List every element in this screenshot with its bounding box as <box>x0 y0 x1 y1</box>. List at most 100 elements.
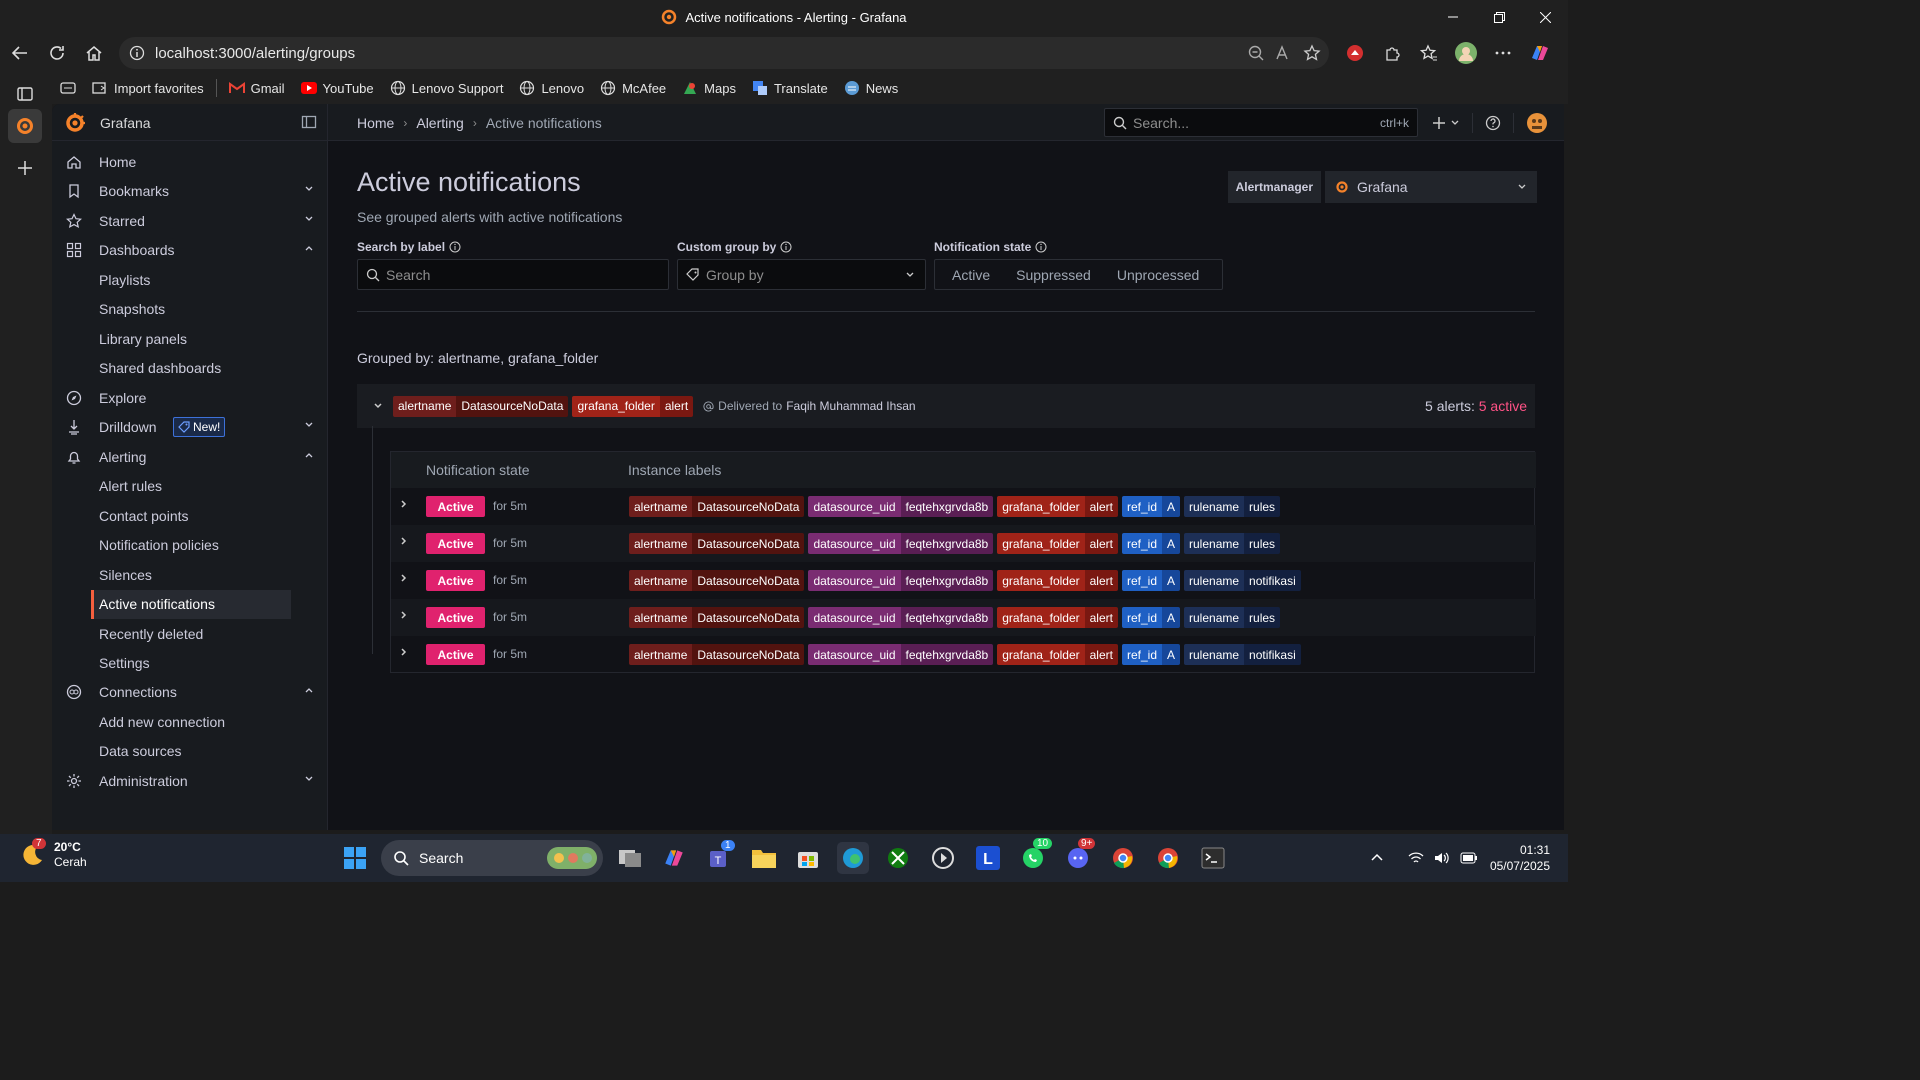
bookmark-news[interactable]: News <box>836 75 907 101</box>
sidebar-item-bookmarks[interactable]: Bookmarks <box>52 177 328 206</box>
chevron-down-icon[interactable] <box>304 214 314 224</box>
address-bar[interactable]: localhost:3000/alerting/groups <box>119 37 1329 69</box>
volume-icon[interactable] <box>1434 851 1450 865</box>
windows-start-icon[interactable] <box>339 842 371 874</box>
bookmark-import-favorites[interactable]: Import favorites <box>84 75 212 101</box>
breadcrumb-alerting[interactable]: Alerting <box>416 115 463 131</box>
bookmark-lenovo[interactable]: Lenovo <box>511 75 592 101</box>
task-view-icon[interactable] <box>614 842 646 874</box>
chevron-right-icon[interactable] <box>399 647 409 657</box>
taskbar-search[interactable]: Search <box>381 840 603 876</box>
info-icon[interactable] <box>449 241 461 253</box>
chrome-icon[interactable] <box>1107 842 1139 874</box>
weather-widget[interactable]: 7 20°C Cerah <box>20 838 87 870</box>
sidebar-item-contact-points[interactable]: Contact points <box>52 502 328 531</box>
sidebar-item-dashboards[interactable]: Dashboards <box>52 236 328 265</box>
bookmark-maps[interactable]: Maps <box>674 75 744 101</box>
lenovo-app-icon[interactable]: L <box>972 842 1004 874</box>
chevron-right-icon[interactable] <box>399 536 409 546</box>
restore-icon[interactable] <box>1476 0 1522 34</box>
breadcrumb-home[interactable]: Home <box>357 115 394 131</box>
state-option-active[interactable]: Active <box>939 267 1003 283</box>
discord-icon[interactable]: 9+ <box>1062 838 1096 874</box>
sidebar-item-starred[interactable]: Starred <box>52 207 328 236</box>
bookmark-gmail[interactable]: Gmail <box>221 75 293 101</box>
bookmark-mcafee[interactable]: McAfee <box>592 75 674 101</box>
minimize-icon[interactable] <box>1430 0 1476 34</box>
close-icon[interactable] <box>1522 0 1568 34</box>
table-row[interactable]: Active for 5m alertname DatasourceNoData dat… <box>391 599 1536 636</box>
chevron-down-icon[interactable] <box>304 774 314 784</box>
reading-mode-icon[interactable] <box>52 75 84 101</box>
grafana-logo-icon[interactable] <box>64 112 86 134</box>
refresh-icon[interactable] <box>39 35 75 71</box>
chrome-profile-icon[interactable] <box>1152 842 1184 874</box>
sidebar-item-notification-policies[interactable]: Notification policies <box>52 531 328 560</box>
sidebar-item-playlists[interactable]: Playlists <box>52 266 328 295</box>
copilot-app-icon[interactable] <box>658 842 690 874</box>
sidebar-item-alert-rules[interactable]: Alert rules <box>52 472 328 501</box>
bookmark-translate[interactable]: Translate <box>744 75 836 101</box>
home-icon[interactable] <box>76 35 112 71</box>
add-new-icon[interactable] <box>1432 116 1460 130</box>
alertmanager-select[interactable]: Grafana <box>1325 171 1537 203</box>
sidebar-item-add-new-connection[interactable]: Add new connection <box>52 708 328 737</box>
back-icon[interactable] <box>2 35 38 71</box>
sidebar-item-silences[interactable]: Silences <box>52 561 328 590</box>
favorite-star-icon[interactable] <box>1303 44 1321 62</box>
battery-icon[interactable] <box>1460 852 1478 864</box>
dock-menu-icon[interactable] <box>301 114 317 130</box>
table-row[interactable]: Active for 5m alertname DatasourceNoData dat… <box>391 562 1536 599</box>
teams-icon[interactable]: T1 <box>703 840 735 874</box>
chevron-up-icon[interactable] <box>304 685 314 695</box>
sidebar-item-active-notifications[interactable]: Active notifications <box>91 590 291 619</box>
chevron-down-icon[interactable] <box>304 184 314 194</box>
xbox-icon[interactable] <box>882 842 914 874</box>
sidebar-item-shared-dashboards[interactable]: Shared dashboards <box>52 354 328 383</box>
sidebar-item-settings[interactable]: Settings <box>52 649 328 678</box>
chevron-right-icon[interactable] <box>399 610 409 620</box>
more-icon[interactable] <box>1488 38 1518 68</box>
global-search-input[interactable]: Search... ctrl+k <box>1104 108 1418 137</box>
bookmark-lenovo-support[interactable]: Lenovo Support <box>382 75 512 101</box>
edge-browser-icon[interactable] <box>837 842 869 874</box>
group-by-select[interactable]: Group by <box>677 259 926 290</box>
whatsapp-icon[interactable]: 10 <box>1017 838 1053 874</box>
adblock-icon[interactable] <box>1340 38 1370 68</box>
grafana-tab-icon[interactable] <box>8 109 42 143</box>
sidebar-item-connections[interactable]: Connections <box>52 678 328 707</box>
sidebar-item-recently-deleted[interactable]: Recently deleted <box>52 620 328 649</box>
help-icon[interactable] <box>1485 115 1501 131</box>
sidebar-item-library-panels[interactable]: Library panels <box>52 325 328 354</box>
table-row[interactable]: Active for 5m alertname DatasourceNoData dat… <box>391 636 1536 673</box>
media-player-icon[interactable] <box>927 842 959 874</box>
file-explorer-icon[interactable] <box>748 842 780 874</box>
extensions-icon[interactable] <box>1377 38 1407 68</box>
store-icon[interactable] <box>792 842 824 874</box>
terminal-icon[interactable] <box>1197 842 1229 874</box>
sidebar-item-alerting[interactable]: Alerting <box>52 443 328 472</box>
chevron-up-icon[interactable] <box>1370 851 1384 865</box>
sidebar-item-data-sources[interactable]: Data sources <box>52 737 328 766</box>
chevron-right-icon[interactable] <box>399 573 409 583</box>
table-row[interactable]: Active for 5m alertname DatasourceNoData dat… <box>391 525 1536 562</box>
clock[interactable]: 01:31 05/07/2025 <box>1490 842 1550 874</box>
chevron-down-icon[interactable] <box>373 401 383 411</box>
sidebar-item-administration[interactable]: Administration <box>52 767 328 796</box>
info-icon[interactable] <box>1035 241 1047 253</box>
info-icon[interactable] <box>780 241 792 253</box>
alert-group-header[interactable]: alertname DatasourceNoData grafana_folder… <box>357 384 1535 428</box>
sidebar-item-drilldown[interactable]: Drilldown New! <box>52 413 328 442</box>
state-option-suppressed[interactable]: Suppressed <box>1003 267 1104 283</box>
wifi-icon[interactable] <box>1408 851 1424 865</box>
read-aloud-icon[interactable] <box>1275 44 1293 62</box>
label-search-input[interactable]: Search <box>357 259 669 290</box>
chevron-up-icon[interactable] <box>304 450 314 460</box>
chevron-right-icon[interactable] <box>399 499 409 509</box>
sidebar-item-home[interactable]: Home <box>52 148 328 177</box>
favorites-icon[interactable] <box>1414 38 1444 68</box>
tab-actions-icon[interactable] <box>8 77 42 111</box>
table-row[interactable]: Active for 5m alertname DatasourceNoData dat… <box>391 488 1536 525</box>
chevron-up-icon[interactable] <box>304 243 314 253</box>
sidebar-item-explore[interactable]: Explore <box>52 384 328 413</box>
